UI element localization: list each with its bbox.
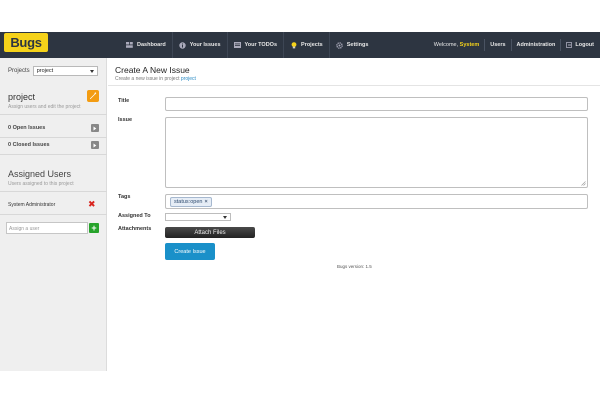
lightbulb-icon: [290, 41, 297, 48]
logout-link[interactable]: Logout: [575, 42, 594, 48]
assigned-users-subtitle: Users assigned to this project: [8, 181, 74, 187]
nav-divider: [510, 39, 512, 51]
main-content: Create A New Issue Create a new issue in…: [108, 58, 600, 371]
project-link[interactable]: project: [181, 76, 196, 82]
assigned-to-label: Assigned To: [118, 213, 151, 219]
open-issues-arrow-button[interactable]: [91, 124, 99, 132]
page-subtitle-text: Create a new issue in project: [115, 76, 180, 82]
assigned-users-title: Assigned Users: [8, 169, 72, 179]
chevron-down-icon: [89, 70, 94, 73]
page-title: Create A New Issue: [115, 65, 190, 75]
tags-input[interactable]: [165, 194, 588, 209]
project-select[interactable]: project: [32, 66, 98, 76]
main-nav: Dashboard Your Issues Your TODOs Project…: [120, 32, 374, 58]
closed-issues-arrow-button[interactable]: [91, 141, 99, 149]
resize-handle-icon[interactable]: [581, 181, 586, 186]
open-issues-link[interactable]: 0 Open Issues: [8, 125, 45, 131]
title-input[interactable]: [165, 97, 588, 111]
users-link[interactable]: Users: [490, 42, 505, 48]
add-user-button[interactable]: +: [89, 223, 99, 233]
chevron-right-icon: [93, 126, 97, 130]
top-navbar: Bugs Dashboard Your Issues Your TODOs Pr…: [0, 32, 600, 58]
nav-settings-label: Settings: [346, 42, 369, 48]
closed-issues-link[interactable]: 0 Closed Issues: [8, 142, 50, 148]
divider: [0, 154, 107, 155]
attach-files-button[interactable]: Attach Files: [165, 227, 255, 238]
project-title: project: [8, 92, 36, 102]
nav-your-issues-label: Your Issues: [189, 42, 221, 48]
tag-remove-icon[interactable]: ×: [204, 199, 207, 205]
administration-link[interactable]: Administration: [517, 42, 556, 48]
logout-icon: [566, 42, 573, 48]
current-user-link[interactable]: System: [460, 42, 480, 48]
assigned-to-select[interactable]: [165, 213, 231, 221]
section-notch: [10, 115, 18, 119]
bugs-logo[interactable]: Bugs: [4, 33, 48, 52]
nav-your-todos-label: Your TODOs: [244, 42, 278, 48]
edit-project-button[interactable]: [87, 90, 99, 102]
page-subtitle: Create a new issue in project project: [115, 76, 196, 82]
divider: [0, 214, 107, 215]
tags-label: Tags: [118, 194, 131, 200]
gear-icon: [335, 41, 343, 49]
welcome-text: Welcome,: [433, 42, 459, 48]
nav-dashboard-label: Dashboard: [137, 42, 166, 48]
nav-divider: [484, 39, 486, 51]
project-selector-row: Projects project: [8, 66, 98, 76]
assigned-user-name: System Administrator: [8, 202, 56, 208]
create-issue-button[interactable]: Create Issue: [165, 243, 215, 260]
nav-your-issues[interactable]: Your Issues: [173, 32, 228, 58]
attachments-label: Attachments: [118, 226, 152, 232]
user-nav: Welcome, System Users Administration Log…: [434, 32, 594, 58]
todo-icon: [233, 42, 241, 48]
chevron-down-icon: [223, 216, 227, 219]
nav-your-todos[interactable]: Your TODOs: [228, 32, 285, 58]
projects-label: Projects: [8, 68, 30, 74]
section-notch: [10, 192, 18, 196]
title-label: Title: [118, 98, 130, 104]
project-subtitle: Assign users and edit the project: [8, 104, 81, 110]
pencil-icon: [90, 92, 97, 99]
header-divider: [108, 85, 600, 86]
nav-dashboard[interactable]: Dashboard: [120, 32, 173, 58]
tag-chip: status:open ×: [170, 197, 212, 207]
assign-user-input[interactable]: Assign a user: [6, 222, 88, 234]
dashboard-icon: [126, 42, 133, 48]
divider: [0, 137, 107, 138]
nav-divider: [560, 39, 562, 51]
remove-user-icon[interactable]: ✖: [88, 199, 96, 210]
nav-projects-label: Projects: [301, 42, 323, 48]
nav-projects[interactable]: Projects: [284, 32, 330, 58]
version-text: Bugs version: 1.5: [337, 264, 372, 269]
project-select-value: project: [36, 68, 54, 74]
issue-textarea[interactable]: [165, 117, 588, 188]
logo-text: Bugs: [10, 35, 42, 50]
chevron-right-icon: [93, 143, 97, 147]
sidebar: Projects project project Assign users an…: [0, 58, 107, 371]
issue-label: Issue: [118, 117, 133, 123]
tag-chip-label: status:open: [174, 199, 203, 205]
nav-settings[interactable]: Settings: [330, 32, 375, 58]
info-icon: [179, 41, 186, 49]
